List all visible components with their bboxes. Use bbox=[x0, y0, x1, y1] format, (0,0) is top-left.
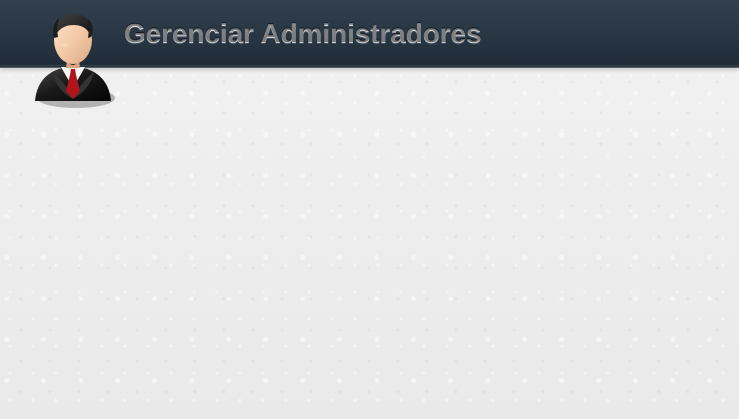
page-title: Gerenciar Administradores bbox=[124, 15, 482, 53]
page-background: Gerenciar Administradores bbox=[0, 0, 739, 419]
business-user-icon bbox=[35, 13, 115, 108]
